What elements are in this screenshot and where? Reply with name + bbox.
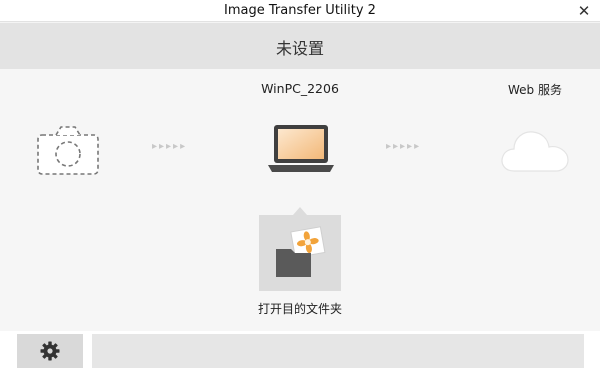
status-header: 未设置 bbox=[0, 23, 600, 69]
card-pointer bbox=[293, 207, 307, 215]
settings-button[interactable] bbox=[17, 334, 83, 368]
laptop-icon bbox=[268, 123, 334, 179]
open-folder-label: 打开目的文件夹 bbox=[257, 302, 342, 316]
gear-icon bbox=[40, 341, 60, 361]
open-folder-button[interactable] bbox=[259, 207, 341, 291]
transfer-arrows-left: ▸▸▸▸▸ bbox=[152, 141, 188, 152]
close-button[interactable]: ✕ bbox=[574, 1, 594, 21]
cloud-icon bbox=[498, 123, 572, 181]
main-panel: WinPC_2206 Web 服务 ▸▸▸▸▸ ▸▸▸▸▸ 打开目的文件夹 bbox=[0, 69, 600, 382]
bottom-bar bbox=[0, 331, 600, 382]
web-service-label: Web 服务 bbox=[508, 83, 562, 97]
window-title: Image Transfer Utility 2 bbox=[224, 3, 376, 18]
title-bar: Image Transfer Utility 2 ✕ bbox=[0, 0, 600, 22]
connection-status: 未设置 bbox=[275, 39, 324, 58]
transfer-arrows-right: ▸▸▸▸▸ bbox=[386, 141, 422, 152]
folder-icon bbox=[276, 226, 326, 277]
camera-icon bbox=[36, 124, 100, 180]
transfer-progress-bar bbox=[92, 334, 584, 368]
pc-name-label: WinPC_2206 bbox=[261, 81, 339, 96]
